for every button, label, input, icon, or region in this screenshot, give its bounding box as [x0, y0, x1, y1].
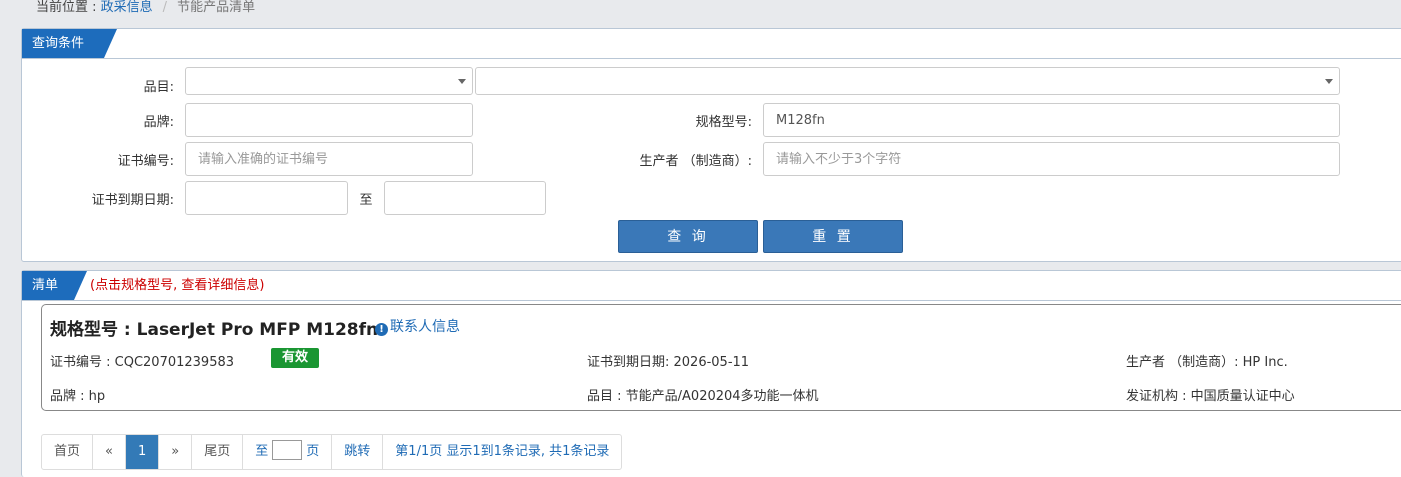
- result-cert-no: 证书编号 : CQC20701239583: [50, 355, 235, 370]
- chevron-down-icon: [458, 79, 466, 84]
- expiry-start-input[interactable]: [185, 181, 348, 215]
- result-brand: 品牌 : hp: [50, 389, 106, 404]
- reset-button[interactable]: 重 置: [763, 220, 903, 253]
- breadcrumb: 当前位置 : 政采信息 / 节能产品清单: [36, 0, 255, 15]
- category-secondary-select[interactable]: [475, 67, 1340, 95]
- expiry-label: 证书到期日期:: [91, 193, 174, 208]
- expiry-to-label: 至: [359, 193, 373, 208]
- brand-input[interactable]: [185, 103, 473, 137]
- page-current-button[interactable]: 1: [125, 435, 160, 469]
- chevron-down-icon: [1325, 79, 1333, 84]
- result-issuer: 发证机构 : 中国质量认证中心: [1126, 389, 1295, 404]
- query-panel-header: 查询条件: [22, 29, 1401, 59]
- manufacturer-input[interactable]: [763, 142, 1340, 176]
- page-goto-group: 至页: [243, 435, 333, 469]
- breadcrumb-link-policy[interactable]: 政采信息: [101, 0, 153, 15]
- search-button[interactable]: 查 询: [618, 220, 758, 253]
- result-category: 品目 : 节能产品/A020204多功能一体机: [587, 389, 819, 404]
- manufacturer-label: 生产者 （制造商）:: [639, 154, 752, 169]
- brand-label: 品牌:: [143, 115, 174, 130]
- page-next-button[interactable]: »: [159, 435, 193, 469]
- list-panel-header: 清单 (点击规格型号, 查看详细信息): [22, 271, 1401, 301]
- model-input[interactable]: [763, 103, 1340, 137]
- breadcrumb-separator: /: [162, 0, 168, 15]
- info-icon: !: [375, 323, 388, 336]
- page-first-button[interactable]: 首页: [42, 435, 94, 469]
- goto-suffix: 页: [306, 444, 320, 459]
- pagination: 首页 « 1 » 尾页 至页 跳转 第1/1页 显示1到1条记录, 共1条记录: [41, 434, 623, 470]
- goto-page-input[interactable]: [272, 440, 303, 460]
- page-summary: 第1/1页 显示1到1条记录, 共1条记录: [395, 444, 610, 459]
- page-prev-button[interactable]: «: [93, 435, 126, 469]
- breadcrumb-current: 节能产品清单: [177, 0, 256, 15]
- breadcrumb-prefix: 当前位置 :: [36, 0, 101, 15]
- category-label: 品目:: [143, 80, 174, 95]
- page-last-button[interactable]: 尾页: [192, 435, 244, 469]
- cert-no-input[interactable]: [185, 142, 473, 176]
- status-badge: 有效: [271, 348, 319, 368]
- category-primary-select[interactable]: [185, 67, 473, 95]
- model-label: 规格型号:: [695, 115, 752, 130]
- goto-prefix: 至: [255, 444, 269, 459]
- contact-info-link[interactable]: ! 联系人信息: [375, 316, 460, 336]
- cert-no-label: 证书编号:: [117, 154, 174, 169]
- expiry-end-input[interactable]: [384, 181, 546, 215]
- list-panel-tab: 清单: [22, 271, 87, 300]
- result-manufacturer: 生产者 （制造商）: HP Inc.: [1126, 355, 1288, 370]
- list-hint: (点击规格型号, 查看详细信息): [90, 278, 265, 293]
- query-panel-tab: 查询条件: [22, 29, 117, 58]
- result-card: 规格型号 : LaserJet Pro MFP M128fn ! 联系人信息 证书…: [41, 304, 1401, 411]
- contact-info-label: 联系人信息: [390, 319, 460, 335]
- result-model-title[interactable]: 规格型号 : LaserJet Pro MFP M128fn: [50, 315, 378, 340]
- page-jump-button[interactable]: 跳转: [332, 435, 384, 469]
- result-expiry: 证书到期日期: 2026-05-11: [587, 355, 750, 370]
